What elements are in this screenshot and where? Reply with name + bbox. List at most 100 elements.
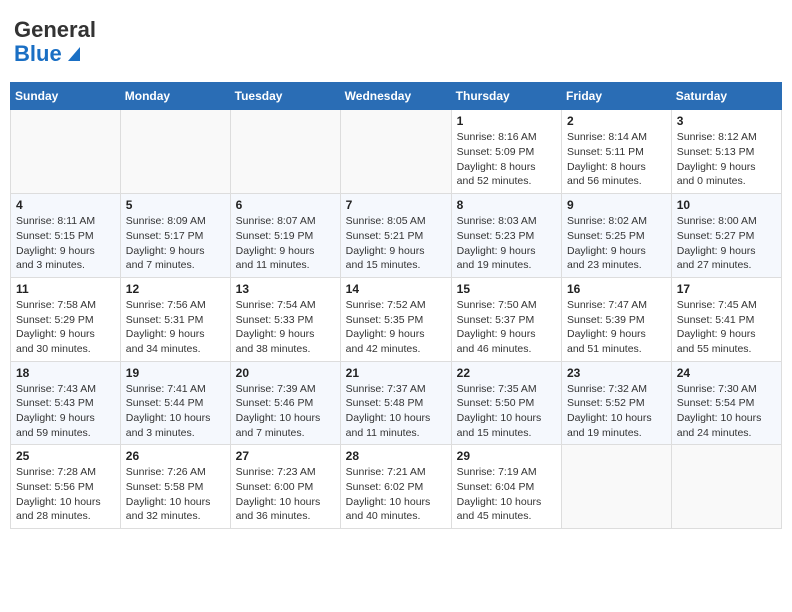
weekday-header-sunday: Sunday (11, 83, 121, 110)
day-info: Sunrise: 7:19 AM Sunset: 6:04 PM Dayligh… (457, 465, 556, 524)
calendar-cell: 16Sunrise: 7:47 AM Sunset: 5:39 PM Dayli… (562, 277, 672, 361)
calendar-cell: 21 Sunrise: 7:37 AM Sunset: 5:48 PM Dayli… (340, 361, 451, 445)
calendar-cell: 29 Sunrise: 7:19 AM Sunset: 6:04 PM Dayli… (451, 445, 561, 529)
day-info: Sunrise: 7:50 AM Sunset: 5:37 PM Dayligh… (457, 298, 556, 357)
calendar-cell (230, 110, 340, 194)
calendar-cell: 15 Sunrise: 7:50 AM Sunset: 5:37 PM Dayli… (451, 277, 561, 361)
calendar-cell: 22Sunrise: 7:35 AM Sunset: 5:50 PM Dayli… (451, 361, 561, 445)
day-number: 28 (346, 449, 446, 463)
logo-blue: Blue (14, 42, 62, 66)
day-number: 27 (236, 449, 335, 463)
day-info: Sunrise: 7:37 AM Sunset: 5:48 PM Dayligh… (346, 382, 446, 441)
day-info: Sunrise: 7:21 AM Sunset: 6:02 PM Dayligh… (346, 465, 446, 524)
day-info: Sunrise: 7:39 AM Sunset: 5:46 PM Dayligh… (236, 382, 335, 441)
day-number: 2 (567, 114, 666, 128)
day-number: 12 (126, 282, 225, 296)
day-number: 13 (236, 282, 335, 296)
calendar-cell: 14 Sunrise: 7:52 AM Sunset: 5:35 PM Dayli… (340, 277, 451, 361)
day-info: Sunrise: 7:58 AM Sunset: 5:29 PM Dayligh… (16, 298, 115, 357)
calendar-cell: 23 Sunrise: 7:32 AM Sunset: 5:52 PM Dayli… (562, 361, 672, 445)
day-number: 25 (16, 449, 115, 463)
weekday-header-saturday: Saturday (671, 83, 781, 110)
logo-icon (64, 43, 84, 63)
day-number: 16 (567, 282, 666, 296)
weekday-header-tuesday: Tuesday (230, 83, 340, 110)
day-info: Sunrise: 7:43 AM Sunset: 5:43 PM Dayligh… (16, 382, 115, 441)
day-number: 17 (677, 282, 776, 296)
calendar-table: SundayMondayTuesdayWednesdayThursdayFrid… (10, 82, 782, 529)
day-info: Sunrise: 8:00 AM Sunset: 5:27 PM Dayligh… (677, 214, 776, 273)
day-number: 10 (677, 198, 776, 212)
calendar-cell: 17 Sunrise: 7:45 AM Sunset: 5:41 PM Dayli… (671, 277, 781, 361)
calendar-week-1: 1 Sunrise: 8:16 AM Sunset: 5:09 PM Daylig… (11, 110, 782, 194)
day-info: Sunrise: 7:26 AM Sunset: 5:58 PM Dayligh… (126, 465, 225, 524)
calendar-week-5: 25 Sunrise: 7:28 AM Sunset: 5:56 PM Dayli… (11, 445, 782, 529)
day-number: 23 (567, 366, 666, 380)
day-info: Sunrise: 7:30 AM Sunset: 5:54 PM Dayligh… (677, 382, 776, 441)
day-number: 9 (567, 198, 666, 212)
calendar-cell: 1 Sunrise: 8:16 AM Sunset: 5:09 PM Daylig… (451, 110, 561, 194)
calendar-week-4: 18 Sunrise: 7:43 AM Sunset: 5:43 PM Dayli… (11, 361, 782, 445)
day-number: 3 (677, 114, 776, 128)
day-info: Sunrise: 8:16 AM Sunset: 5:09 PM Dayligh… (457, 130, 556, 189)
day-number: 4 (16, 198, 115, 212)
page-header: General Blue (10, 10, 782, 74)
logo: General Blue (14, 18, 96, 66)
day-number: 11 (16, 282, 115, 296)
day-number: 26 (126, 449, 225, 463)
day-info: Sunrise: 8:07 AM Sunset: 5:19 PM Dayligh… (236, 214, 335, 273)
day-number: 24 (677, 366, 776, 380)
day-info: Sunrise: 7:41 AM Sunset: 5:44 PM Dayligh… (126, 382, 225, 441)
day-info: Sunrise: 8:11 AM Sunset: 5:15 PM Dayligh… (16, 214, 115, 273)
calendar-cell: 9 Sunrise: 8:02 AM Sunset: 5:25 PM Daylig… (562, 194, 672, 278)
calendar-cell: 11 Sunrise: 7:58 AM Sunset: 5:29 PM Dayli… (11, 277, 121, 361)
day-info: Sunrise: 7:32 AM Sunset: 5:52 PM Dayligh… (567, 382, 666, 441)
day-number: 7 (346, 198, 446, 212)
day-info: Sunrise: 8:14 AM Sunset: 5:11 PM Dayligh… (567, 130, 666, 189)
calendar-cell: 26 Sunrise: 7:26 AM Sunset: 5:58 PM Dayli… (120, 445, 230, 529)
day-number: 29 (457, 449, 556, 463)
weekday-header-friday: Friday (562, 83, 672, 110)
calendar-cell (671, 445, 781, 529)
calendar-cell (340, 110, 451, 194)
calendar-cell (11, 110, 121, 194)
calendar-cell: 8Sunrise: 8:03 AM Sunset: 5:23 PM Daylig… (451, 194, 561, 278)
calendar-cell: 2 Sunrise: 8:14 AM Sunset: 5:11 PM Daylig… (562, 110, 672, 194)
calendar-cell: 12 Sunrise: 7:56 AM Sunset: 5:31 PM Dayli… (120, 277, 230, 361)
weekday-header-wednesday: Wednesday (340, 83, 451, 110)
day-info: Sunrise: 8:02 AM Sunset: 5:25 PM Dayligh… (567, 214, 666, 273)
day-info: Sunrise: 8:05 AM Sunset: 5:21 PM Dayligh… (346, 214, 446, 273)
calendar-cell: 10 Sunrise: 8:00 AM Sunset: 5:27 PM Dayli… (671, 194, 781, 278)
calendar-cell (120, 110, 230, 194)
calendar-cell: 28 Sunrise: 7:21 AM Sunset: 6:02 PM Dayli… (340, 445, 451, 529)
calendar-cell: 25 Sunrise: 7:28 AM Sunset: 5:56 PM Dayli… (11, 445, 121, 529)
day-info: Sunrise: 7:56 AM Sunset: 5:31 PM Dayligh… (126, 298, 225, 357)
logo-general: General (14, 18, 96, 42)
day-info: Sunrise: 7:52 AM Sunset: 5:35 PM Dayligh… (346, 298, 446, 357)
day-number: 6 (236, 198, 335, 212)
day-number: 14 (346, 282, 446, 296)
day-number: 1 (457, 114, 556, 128)
calendar-cell: 6 Sunrise: 8:07 AM Sunset: 5:19 PM Daylig… (230, 194, 340, 278)
calendar-cell: 5Sunrise: 8:09 AM Sunset: 5:17 PM Daylig… (120, 194, 230, 278)
day-info: Sunrise: 7:23 AM Sunset: 6:00 PM Dayligh… (236, 465, 335, 524)
day-info: Sunrise: 7:28 AM Sunset: 5:56 PM Dayligh… (16, 465, 115, 524)
day-info: Sunrise: 7:45 AM Sunset: 5:41 PM Dayligh… (677, 298, 776, 357)
day-info: Sunrise: 7:54 AM Sunset: 5:33 PM Dayligh… (236, 298, 335, 357)
weekday-header-row: SundayMondayTuesdayWednesdayThursdayFrid… (11, 83, 782, 110)
day-number: 8 (457, 198, 556, 212)
calendar-cell: 27 Sunrise: 7:23 AM Sunset: 6:00 PM Dayli… (230, 445, 340, 529)
calendar-week-3: 11 Sunrise: 7:58 AM Sunset: 5:29 PM Dayli… (11, 277, 782, 361)
day-number: 18 (16, 366, 115, 380)
day-info: Sunrise: 7:35 AM Sunset: 5:50 PM Dayligh… (457, 382, 556, 441)
calendar-cell: 19 Sunrise: 7:41 AM Sunset: 5:44 PM Dayli… (120, 361, 230, 445)
day-info: Sunrise: 8:12 AM Sunset: 5:13 PM Dayligh… (677, 130, 776, 189)
day-number: 21 (346, 366, 446, 380)
calendar-cell: 24 Sunrise: 7:30 AM Sunset: 5:54 PM Dayli… (671, 361, 781, 445)
day-number: 15 (457, 282, 556, 296)
calendar-cell: 7 Sunrise: 8:05 AM Sunset: 5:21 PM Daylig… (340, 194, 451, 278)
day-number: 5 (126, 198, 225, 212)
day-number: 20 (236, 366, 335, 380)
day-number: 19 (126, 366, 225, 380)
calendar-cell: 20 Sunrise: 7:39 AM Sunset: 5:46 PM Dayli… (230, 361, 340, 445)
